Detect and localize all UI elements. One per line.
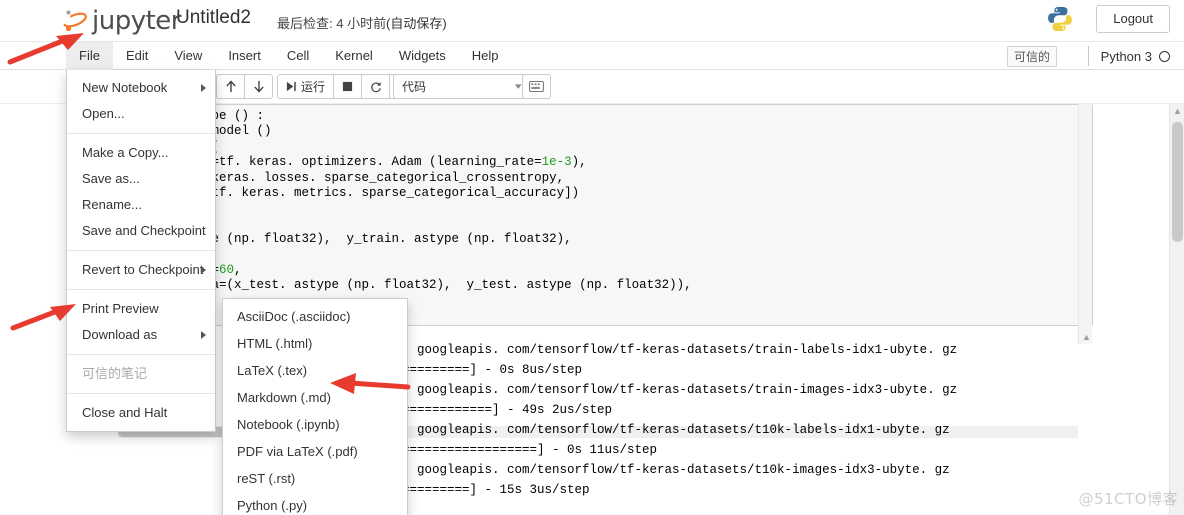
output-line: . googleapis. com/tensorflow/tf-keras-da… [402, 383, 958, 397]
menubar-item-kernel[interactable]: Kernel [322, 42, 386, 70]
code-cell-input[interactable]: rategy. scope () :l = create_model ()l. … [118, 104, 1093, 326]
output-vertical-scrollbar[interactable]: ▲ [1078, 104, 1092, 344]
cell-type-value: 代码 [402, 80, 427, 94]
python-logo-icon [1046, 5, 1074, 33]
jupyter-planet-icon [62, 6, 88, 36]
file-menu-item-open[interactable]: Open... [67, 101, 215, 127]
download-as-item-markdown-md[interactable]: Markdown (.md) [223, 384, 407, 411]
jupyter-wordmark: jupyter [92, 6, 181, 36]
download-as-item-python-py[interactable]: Python (.py) [223, 492, 407, 515]
download-as-submenu[interactable]: AsciiDoc (.asciidoc) HTML (.html) LaTeX (.… [222, 298, 408, 515]
kernel-indicator[interactable]: Python 3 [1087, 46, 1170, 66]
cell-type-select[interactable]: 代码 ▾ [393, 74, 530, 99]
page-vertical-scrollbar[interactable]: ▲ [1169, 104, 1184, 515]
file-menu-item-print-preview[interactable]: Print Preview [67, 296, 215, 322]
file-menu-item-label: Close and Halt [82, 405, 168, 420]
file-menu-item-new-notebook[interactable]: New Notebook [67, 75, 215, 101]
restart-circular-arrow-icon[interactable] [361, 74, 391, 99]
submenu-arrow-icon [201, 266, 206, 274]
menubar-items: File Edit View Insert Cell Kernel Widgets Help [66, 42, 512, 70]
output-line: =========] - 0s 8us/step [402, 363, 583, 377]
menubar-item-help[interactable]: Help [459, 42, 512, 70]
stop-square-icon[interactable] [333, 74, 363, 99]
file-menu-item-label: Revert to Checkpoint [82, 262, 204, 277]
run-cell-button[interactable]: 运行 [277, 74, 335, 99]
file-menu-item-label: Open... [82, 106, 125, 121]
toolbar-group-palette [522, 74, 551, 99]
file-menu-item-make-a-copy[interactable]: Make a Copy... [67, 140, 215, 166]
output-line: ============] - 49s 2us/step [402, 403, 613, 417]
output-line: =========] - 15s 3us/step [402, 483, 590, 497]
file-menu-item-save-and-checkpoint[interactable]: Save and Checkpoint [67, 218, 215, 244]
page-scroll-up-arrow-icon[interactable]: ▲ [1170, 104, 1184, 118]
output-line: . googleapis. com/tensorflow/tf-keras-da… [402, 423, 950, 437]
menu-separator [67, 289, 215, 290]
menu-separator [67, 250, 215, 251]
kernel-name-label: Python 3 [1100, 48, 1152, 64]
notebook-title[interactable]: Untitled2 [176, 7, 251, 29]
arrow-up-icon[interactable] [216, 74, 245, 99]
file-menu-item-rename[interactable]: Rename... [67, 192, 215, 218]
file-menu-item-label: Save as... [82, 171, 140, 186]
file-menu-item-label: Print Preview [82, 301, 159, 316]
file-menu-item-close-and-halt[interactable]: Close and Halt [67, 400, 215, 426]
jupyter-logo[interactable]: jupyter [62, 3, 181, 39]
file-menu-item-label: Make a Copy... [82, 145, 169, 160]
output-line: . googleapis. com/tensorflow/tf-keras-da… [402, 343, 958, 357]
file-menu-item-label: 可信的笔记 [82, 366, 148, 381]
file-menu-item-label: Rename... [82, 197, 142, 212]
submenu-arrow-icon [201, 331, 206, 339]
menu-separator [67, 354, 215, 355]
file-menu-item-label: Download as [82, 327, 158, 342]
file-menu-item-label: New Notebook [82, 80, 168, 95]
menubar: File Edit View Insert Cell Kernel Widgets Help … [0, 42, 1184, 70]
menubar-item-insert[interactable]: Insert [215, 42, 274, 70]
download-as-item-asciidoc-asciidoc[interactable]: AsciiDoc (.asciidoc) [223, 303, 407, 330]
menubar-item-cell[interactable]: Cell [274, 42, 322, 70]
output-line: . googleapis. com/tensorflow/tf-keras-da… [402, 463, 950, 477]
toolbar-group-move [216, 74, 273, 99]
keyboard-palette-icon[interactable] [522, 74, 551, 99]
jupyter-notebook-window: jupyter Untitled2 最后检查: 4 小时前 (自动保存) Log… [0, 0, 1184, 515]
menu-separator [67, 393, 215, 394]
download-as-item-rest-rst[interactable]: reST (.rst) [223, 465, 407, 492]
output-line: ==================] - 0s 11us/step [402, 443, 658, 457]
submenu-arrow-icon [201, 84, 206, 92]
app-header: jupyter Untitled2 最后检查: 4 小时前 (自动保存) Log… [0, 0, 1184, 42]
watermark: @51CTO博客 [1078, 490, 1178, 508]
kernel-idle-circle-icon [1159, 50, 1170, 62]
page-scrollbar-thumb[interactable] [1172, 122, 1183, 242]
cell-output-right: . googleapis. com/tensorflow/tf-keras-da… [402, 340, 1184, 500]
download-as-item-latex-tex[interactable]: LaTeX (.tex) [223, 357, 407, 384]
menubar-item-edit[interactable]: Edit [113, 42, 161, 70]
trusted-badge[interactable]: 可信的 [1006, 46, 1057, 67]
menubar-item-view[interactable]: View [161, 42, 215, 70]
file-menu-item-download-as[interactable]: Download as [67, 322, 215, 348]
last-checkpoint-text: 最后检查: 4 小时前 [277, 16, 387, 31]
menu-separator [67, 133, 215, 134]
download-as-item-html-html[interactable]: HTML (.html) [223, 330, 407, 357]
autosave-text: (自动保存) [386, 16, 447, 31]
arrow-down-icon[interactable] [244, 74, 273, 99]
run-label: 运行 [301, 80, 326, 94]
menubar-item-widgets[interactable]: Widgets [386, 42, 459, 70]
file-menu-item-save-as[interactable]: Save as... [67, 166, 215, 192]
file-menu-item-revert-to-checkpoint[interactable]: Revert to Checkpoint [67, 257, 215, 283]
file-menu-item-label: Save and Checkpoint [82, 223, 206, 238]
toolbar-group-celltype: 代码 ▾ [393, 74, 530, 99]
menubar-item-file[interactable]: File [66, 42, 113, 70]
scroll-up-arrow-icon[interactable]: ▲ [1079, 330, 1094, 344]
file-menu-item-: 可信的笔记 [67, 361, 215, 387]
download-as-item-pdf-via-latex-pdf[interactable]: PDF via LaTeX (.pdf) [223, 438, 407, 465]
logout-button[interactable]: Logout [1096, 5, 1170, 33]
file-menu-dropdown[interactable]: New Notebook Open... Make a Copy... Save as… [66, 70, 216, 432]
download-as-item-notebook-ipynb[interactable]: Notebook (.ipynb) [223, 411, 407, 438]
